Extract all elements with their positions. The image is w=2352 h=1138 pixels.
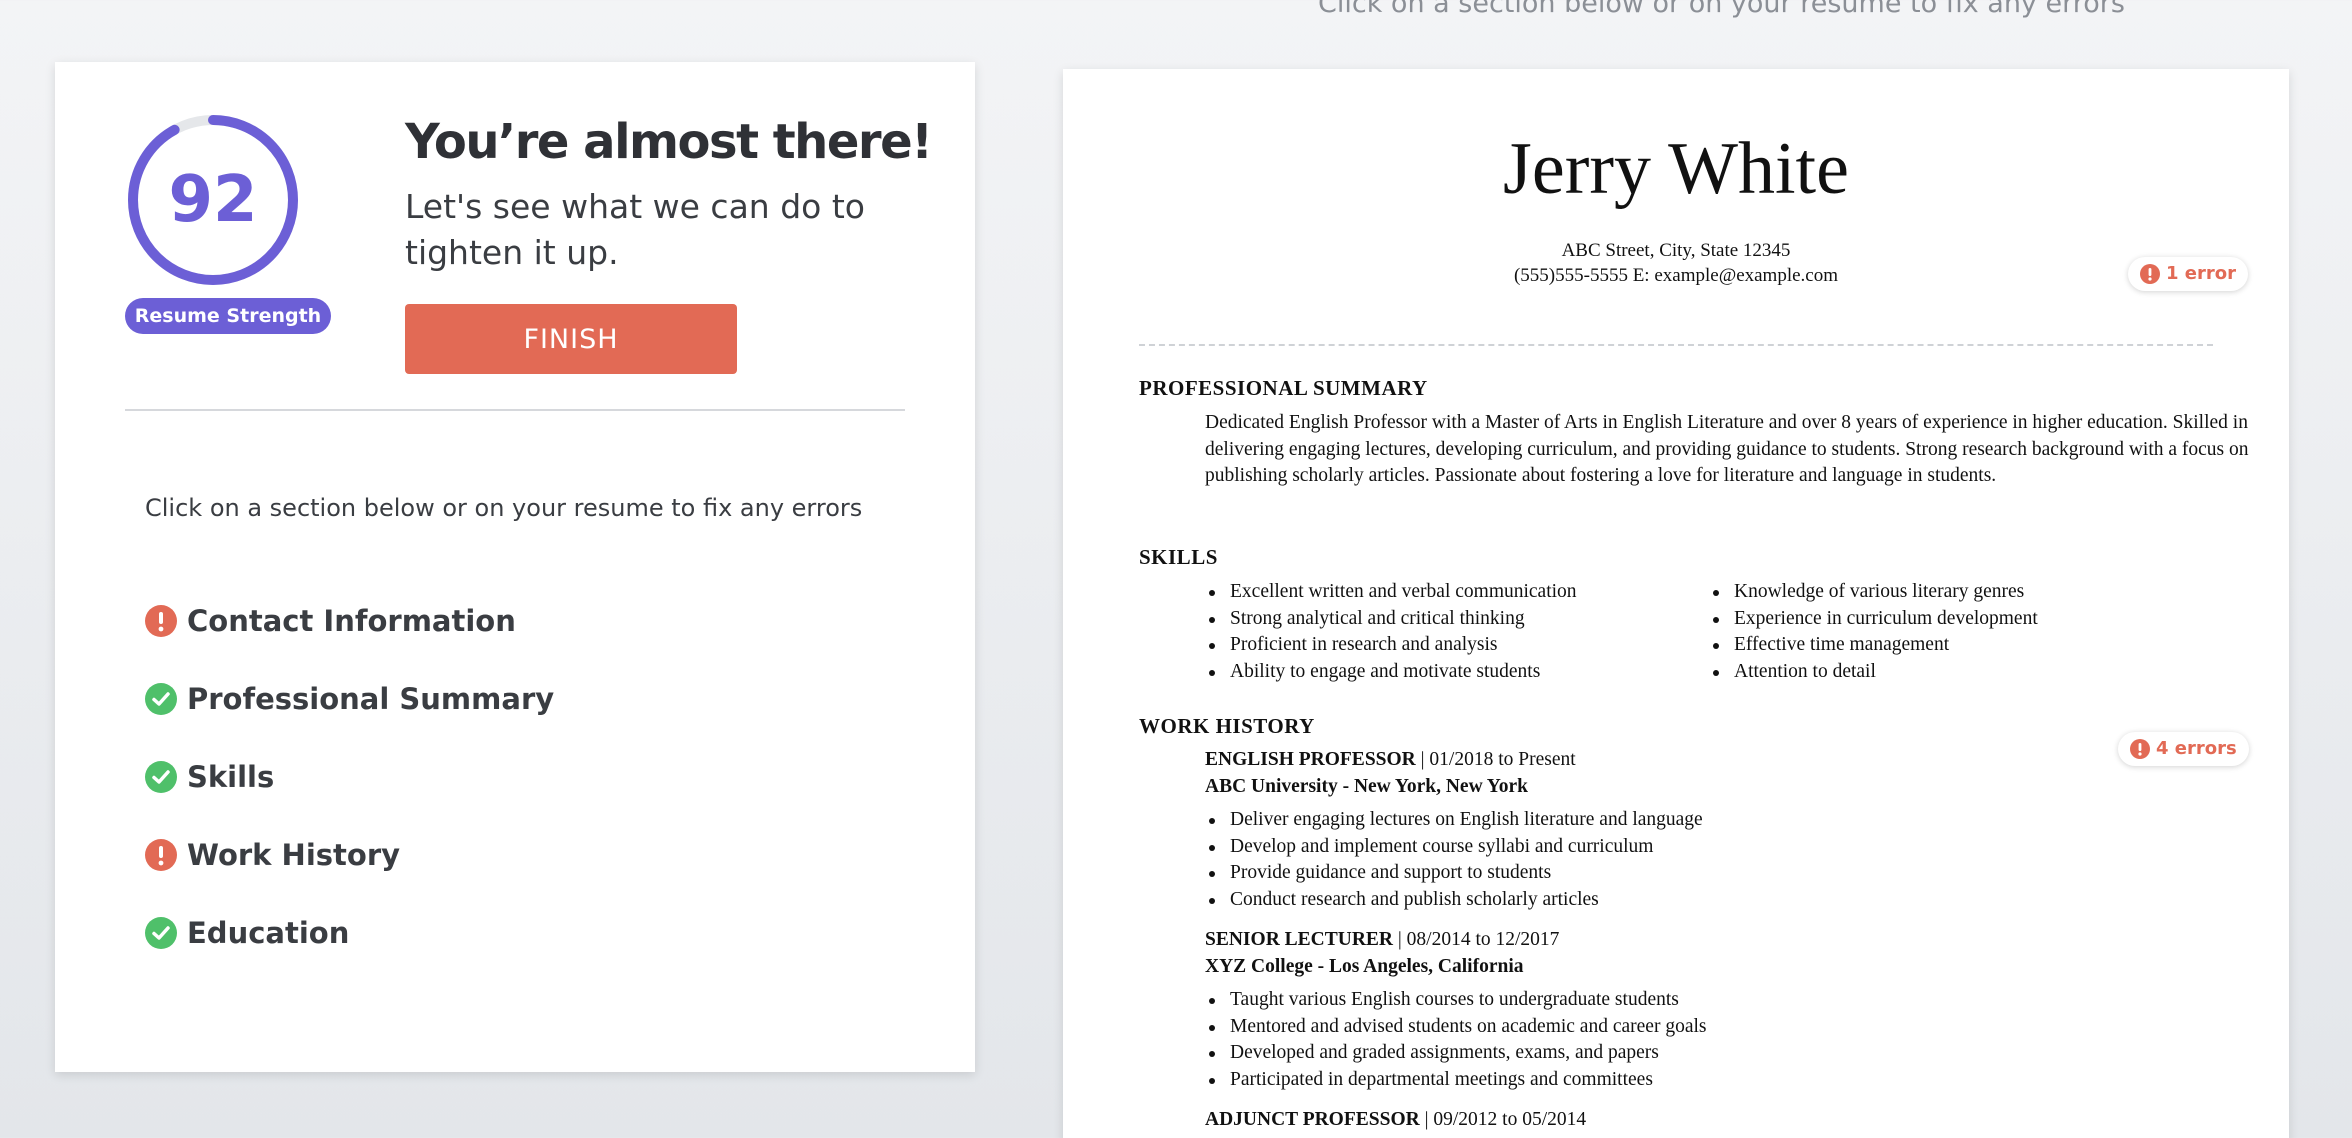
skill-item: Experience in curriculum development — [1709, 606, 2038, 633]
error-icon — [2140, 264, 2160, 284]
error-icon — [145, 839, 177, 871]
instruction-text: Click on a section below or on your resu… — [145, 494, 863, 522]
work-history-error-badge[interactable]: 4 errors — [2118, 732, 2249, 766]
job-bullet: Participated in departmental meetings an… — [1205, 1067, 1706, 1094]
job-bullet: Provide guidance and support to students — [1205, 860, 1703, 887]
error-icon — [145, 605, 177, 637]
job-title-line[interactable]: ENGLISH PROFESSOR | 01/2018 to Present — [1205, 749, 1576, 771]
job-bullet: Mentored and advised students on academi… — [1205, 1014, 1706, 1041]
skill-item: Ability to engage and motivate students — [1205, 659, 1577, 686]
job-title-line[interactable]: SENIOR LECTURER | 08/2014 to 12/2017 — [1205, 929, 1559, 951]
resume-phone-email: (555)555-5555 E: example@example.com — [1513, 265, 1839, 286]
skills-list-left[interactable]: Excellent written and verbal communicati… — [1205, 579, 1577, 685]
section-item-work-history[interactable]: Work History — [145, 816, 554, 894]
job-company: XYZ College - Los Angeles, California — [1205, 956, 1524, 977]
top-hint-text: Click on a section below or on your resu… — [1318, 0, 2125, 19]
finish-button[interactable]: FINISH — [405, 304, 737, 374]
job-bullets[interactable]: Deliver engaging lectures on English lit… — [1205, 807, 1703, 913]
section-label: Skills — [187, 760, 275, 794]
divider — [125, 409, 905, 411]
summary-text[interactable]: Dedicated English Professor with a Maste… — [1205, 410, 2265, 490]
job-bullet: Taught various English courses to underg… — [1205, 987, 1706, 1014]
section-label: Professional Summary — [187, 682, 555, 716]
skill-item: Effective time management — [1709, 632, 2038, 659]
skills-heading: SKILLS — [1139, 545, 1218, 569]
job-bullet: Develop and implement course syllabi and… — [1205, 834, 1703, 861]
summary-heading: PROFESSIONAL SUMMARY — [1139, 376, 1428, 400]
section-item-skills[interactable]: Skills — [145, 738, 554, 816]
job-title-line[interactable]: ADJUNCT PROFESSOR | 09/2012 to 05/2014 — [1205, 1109, 1586, 1131]
resume-address: ABC Street, City, State 12345 — [1561, 240, 1791, 261]
page-title: You’re almost there! — [405, 114, 933, 170]
job-dates: | 01/2018 to Present — [1415, 749, 1576, 770]
error-count: 4 errors — [2156, 738, 2237, 759]
check-icon — [145, 683, 177, 715]
page-subtitle: Let's see what we can do to tighten it u… — [405, 187, 865, 272]
job-bullets[interactable]: Taught various English courses to underg… — [1205, 987, 1706, 1093]
resume-preview[interactable]: Jerry White ABC Street, City, State 1234… — [1063, 69, 2289, 1138]
job-company: ABC University - New York, New York — [1205, 776, 1528, 797]
job-dates: | 08/2014 to 12/2017 — [1393, 929, 1560, 950]
section-item-education[interactable]: Education — [145, 894, 554, 972]
error-count: 1 error — [2166, 263, 2236, 284]
job-title: ENGLISH PROFESSOR — [1205, 749, 1416, 770]
section-item-contact-information[interactable]: Contact Information — [145, 582, 554, 660]
contact-error-badge[interactable]: 1 error — [2128, 257, 2248, 291]
section-label: Work History — [187, 838, 401, 872]
job-dates: | 09/2012 to 05/2014 — [1419, 1109, 1587, 1130]
resume-contact[interactable]: ABC Street, City, State 12345 (555)555-5… — [1063, 238, 2289, 288]
resume-name: Jerry White — [1503, 128, 1849, 210]
dashed-divider — [1139, 344, 2213, 346]
job-bullet: Deliver engaging lectures on English lit… — [1205, 807, 1703, 834]
section-label: Contact Information — [187, 604, 516, 638]
job-bullet: Conduct research and publish scholarly a… — [1205, 887, 1703, 914]
section-list: Contact Information Professional Summary… — [145, 582, 554, 972]
skill-item: Excellent written and verbal communicati… — [1205, 579, 1577, 606]
section-item-professional-summary[interactable]: Professional Summary — [145, 660, 554, 738]
job-title: SENIOR LECTURER — [1205, 929, 1394, 950]
resume-check-panel: 92 Resume Strength You’re almost there! … — [55, 62, 975, 1072]
check-icon — [145, 917, 177, 949]
section-label: Education — [187, 916, 350, 950]
check-icon — [145, 761, 177, 793]
work-history-heading: WORK HISTORY — [1139, 714, 1315, 738]
skill-item: Attention to detail — [1709, 659, 2038, 686]
skill-item: Knowledge of various literary genres — [1709, 579, 2038, 606]
job-bullet: Developed and graded assignments, exams,… — [1205, 1040, 1706, 1067]
skill-item: Proficient in research and analysis — [1205, 632, 1577, 659]
skills-list-right[interactable]: Knowledge of various literary genres Exp… — [1709, 579, 2038, 685]
resume-strength-badge: Resume Strength — [125, 298, 331, 334]
error-icon — [2130, 739, 2150, 759]
skill-item: Strong analytical and critical thinking — [1205, 606, 1577, 633]
score-value: 92 — [168, 163, 258, 237]
resume-strength-gauge: 92 — [125, 112, 301, 288]
job-title: ADJUNCT PROFESSOR — [1205, 1109, 1420, 1130]
